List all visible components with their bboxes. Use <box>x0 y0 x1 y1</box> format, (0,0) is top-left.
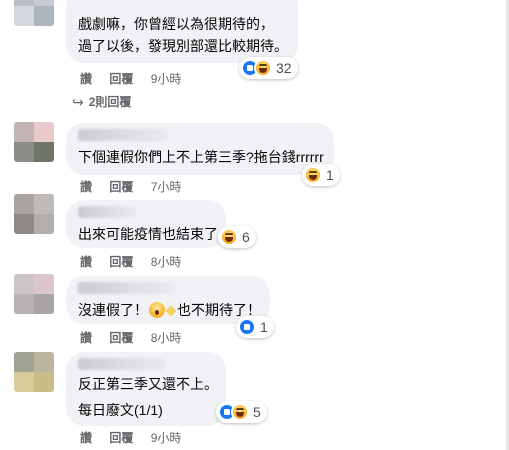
comment-bubble: 反正第三季又還不上。 每日廢文(1/1) <box>66 352 226 426</box>
view-replies-link[interactable]: ↪ 2則回覆 <box>72 94 131 110</box>
comment-bubble: 沒連假了！ 也不期待了！ <box>66 276 270 324</box>
reply-button[interactable]: 回覆 <box>109 71 133 87</box>
reply-button[interactable]: 回覆 <box>109 254 133 270</box>
like-reaction-icon <box>238 318 256 336</box>
author-name-obscured <box>78 129 168 141</box>
comment-bubble: 下個連假你們上不上第三季?拖台錢rrrrrr <box>66 123 334 175</box>
comment-text: 沒連假了！ 也不期待了！ <box>78 300 261 320</box>
reply-button[interactable]: 回覆 <box>109 330 133 346</box>
comment-bubble: 出來可能疫情也結束了 <box>66 200 226 248</box>
comment-text-line: 戲劇嘛，你曾經以為很期待的， <box>78 16 274 32</box>
reaction-summary[interactable]: 32 <box>239 57 298 79</box>
timestamp[interactable]: 8小時 <box>151 254 182 270</box>
timestamp[interactable]: 7小時 <box>151 179 182 195</box>
comment-text-start: 沒連假了！ <box>78 302 148 318</box>
reply-button[interactable]: 回覆 <box>109 430 133 446</box>
reaction-summary[interactable]: 1 <box>236 316 274 338</box>
comment-text-line: 每日廢文(1/1) <box>78 402 163 418</box>
surprised-emoji-icon <box>149 302 165 318</box>
reaction-count: 5 <box>253 404 261 420</box>
like-button[interactable]: 讚 <box>80 179 92 195</box>
avatar[interactable] <box>14 0 54 26</box>
like-button[interactable]: 讚 <box>80 430 92 446</box>
comment-text-line: 過了以後，發現別部還比較期待。 <box>78 38 288 54</box>
comment-bubble: 戲劇嘛，你曾經以為很期待的， 過了以後，發現別部還比較期待。 <box>66 0 298 63</box>
haha-reaction-icon <box>304 166 322 184</box>
author-name-obscured <box>78 282 174 294</box>
avatar[interactable] <box>14 194 54 234</box>
haha-reaction-icon <box>231 403 249 421</box>
reaction-count: 1 <box>326 167 334 183</box>
comment-actions: 讚 回覆 9小時 <box>80 71 181 87</box>
comment-actions: 讚 回覆 9小時 <box>80 430 181 446</box>
reaction-summary[interactable]: 5 <box>216 401 267 423</box>
timestamp[interactable]: 8小時 <box>151 330 182 346</box>
avatar[interactable] <box>14 274 54 314</box>
like-button[interactable]: 讚 <box>80 71 92 87</box>
avatar[interactable] <box>14 352 54 392</box>
author-name-obscured <box>78 358 166 370</box>
haha-reaction-icon <box>220 228 238 246</box>
comment-text-line: 反正第三季又還不上。 <box>78 376 218 392</box>
timestamp[interactable]: 9小時 <box>151 430 182 446</box>
comment-text: 下個連假你們上不上第三季?拖台錢rrrrrr <box>78 149 324 165</box>
comment-text: 出來可能疫情也結束了 <box>78 226 218 242</box>
avatar[interactable] <box>14 122 54 162</box>
like-button[interactable]: 讚 <box>80 330 92 346</box>
author-name-obscured <box>78 206 136 218</box>
comment-actions: 讚 回覆 7小時 <box>80 179 181 195</box>
like-button[interactable]: 讚 <box>80 254 92 270</box>
reaction-summary[interactable]: 6 <box>218 226 256 248</box>
reaction-count: 6 <box>242 229 250 245</box>
sparkle-emoji-icon <box>166 303 176 317</box>
reaction-summary[interactable]: 1 <box>302 164 340 186</box>
view-replies-label: 2則回覆 <box>88 95 132 109</box>
reply-button[interactable]: 回覆 <box>109 179 133 195</box>
reaction-count: 32 <box>276 60 292 76</box>
haha-reaction-icon <box>254 59 272 77</box>
reply-arrow-icon: ↪ <box>72 94 84 110</box>
timestamp[interactable]: 9小時 <box>151 71 182 87</box>
comment-actions: 讚 回覆 8小時 <box>80 254 181 270</box>
reaction-count: 1 <box>260 319 268 335</box>
comment-actions: 讚 回覆 8小時 <box>80 330 181 346</box>
